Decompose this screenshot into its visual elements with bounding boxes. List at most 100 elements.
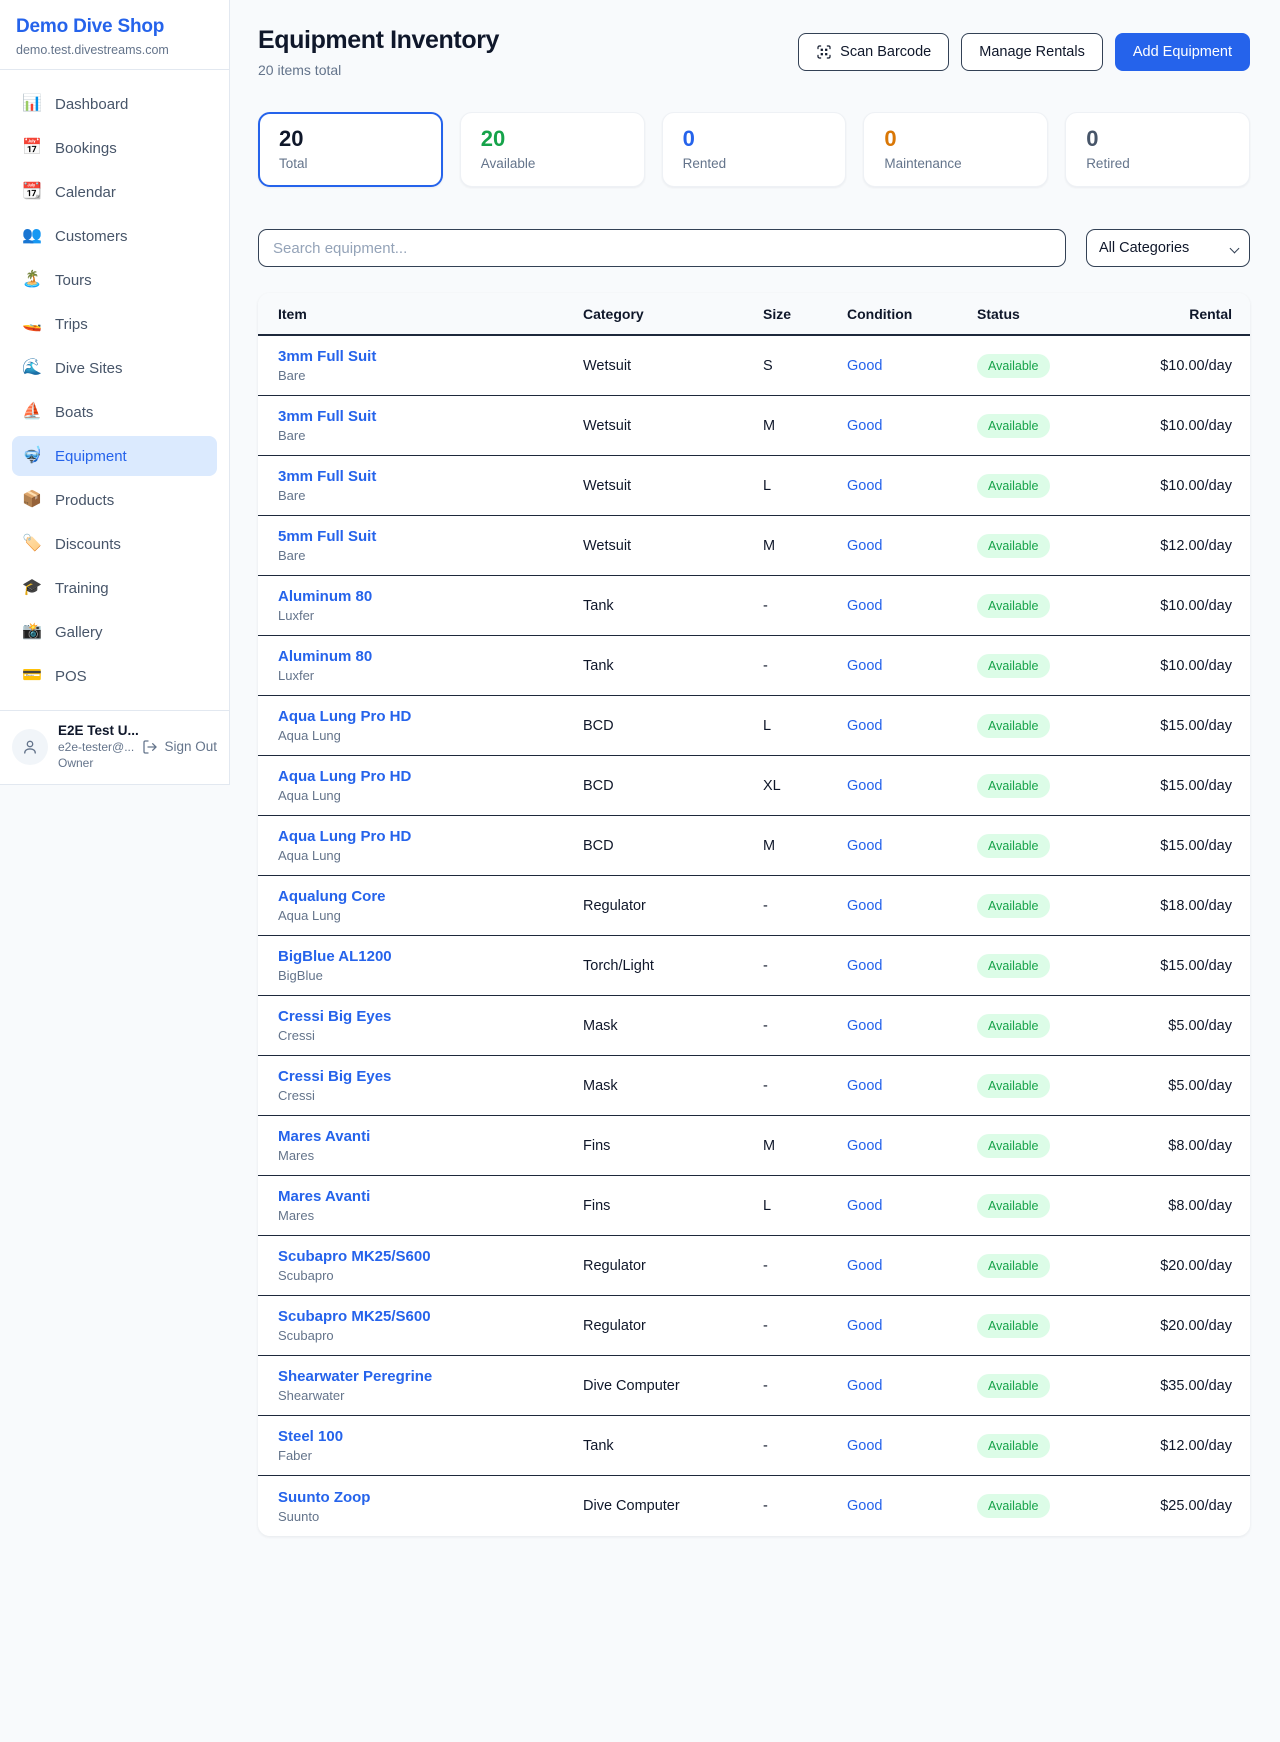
table-row[interactable]: BigBlue AL1200 BigBlue Torch/Light - Goo… — [258, 936, 1250, 996]
sidebar-item-pos[interactable]: 💳 POS — [12, 656, 217, 696]
item-name-link[interactable]: Cressi Big Eyes — [278, 1068, 583, 1085]
item-cell: Scubapro MK25/S600 Scubapro — [278, 1308, 583, 1343]
item-name-link[interactable]: Mares Avanti — [278, 1188, 583, 1205]
condition-link[interactable]: Good — [847, 1498, 977, 1514]
table-row[interactable]: Aqua Lung Pro HD Aqua Lung BCD L Good Av… — [258, 696, 1250, 756]
add-equipment-button[interactable]: Add Equipment — [1115, 33, 1250, 71]
condition-link[interactable]: Good — [847, 1378, 977, 1394]
table-row[interactable]: Shearwater Peregrine Shearwater Dive Com… — [258, 1356, 1250, 1416]
table-row[interactable]: 3mm Full Suit Bare Wetsuit M Good Availa… — [258, 396, 1250, 456]
table-row[interactable]: Suunto Zoop Suunto Dive Computer - Good … — [258, 1476, 1250, 1536]
table-row[interactable]: Aqua Lung Pro HD Aqua Lung BCD XL Good A… — [258, 756, 1250, 816]
table-row[interactable]: Steel 100 Faber Tank - Good Available $1… — [258, 1416, 1250, 1476]
sidebar-item-trips[interactable]: 🚤 Trips — [12, 304, 217, 344]
stat-card-available[interactable]: 20 Available — [460, 112, 645, 187]
item-name-link[interactable]: Aqua Lung Pro HD — [278, 768, 583, 785]
item-name-link[interactable]: Scubapro MK25/S600 — [278, 1308, 583, 1325]
condition-link[interactable]: Good — [847, 1198, 977, 1214]
condition-link[interactable]: Good — [847, 898, 977, 914]
item-cell: Suunto Zoop Suunto — [278, 1489, 583, 1524]
search-input[interactable] — [258, 229, 1066, 267]
condition-link[interactable]: Good — [847, 418, 977, 434]
stat-card-rented[interactable]: 0 Rented — [662, 112, 847, 187]
stat-cards: 20 Total 20 Available 0 Rented 0 Mainten… — [258, 112, 1250, 187]
status-badge: Available — [977, 1314, 1050, 1338]
condition-link[interactable]: Good — [847, 358, 977, 374]
item-name-link[interactable]: Steel 100 — [278, 1428, 583, 1445]
condition-link[interactable]: Good — [847, 1078, 977, 1094]
stat-value: 20 — [279, 126, 422, 152]
sidebar-item-discounts[interactable]: 🏷️ Discounts — [12, 524, 217, 564]
brand-title[interactable]: Demo Dive Shop — [16, 16, 213, 38]
table-row[interactable]: Scubapro MK25/S600 Scubapro Regulator - … — [258, 1236, 1250, 1296]
table-row[interactable]: Cressi Big Eyes Cressi Mask - Good Avail… — [258, 996, 1250, 1056]
item-name-link[interactable]: 5mm Full Suit — [278, 528, 583, 545]
item-name-link[interactable]: Aqua Lung Pro HD — [278, 828, 583, 845]
stat-card-retired[interactable]: 0 Retired — [1065, 112, 1250, 187]
table-row[interactable]: 5mm Full Suit Bare Wetsuit M Good Availa… — [258, 516, 1250, 576]
condition-link[interactable]: Good — [847, 1138, 977, 1154]
item-name-link[interactable]: Cressi Big Eyes — [278, 1008, 583, 1025]
item-name-link[interactable]: 3mm Full Suit — [278, 468, 583, 485]
item-name-link[interactable]: 3mm Full Suit — [278, 348, 583, 365]
item-name-link[interactable]: Mares Avanti — [278, 1128, 583, 1145]
table-row[interactable]: Aqualung Core Aqua Lung Regulator - Good… — [258, 876, 1250, 936]
table-row[interactable]: Scubapro MK25/S600 Scubapro Regulator - … — [258, 1296, 1250, 1356]
item-name-link[interactable]: Aqua Lung Pro HD — [278, 708, 583, 725]
status-cell: Available — [977, 1014, 1137, 1038]
table-row[interactable]: Mares Avanti Mares Fins M Good Available… — [258, 1116, 1250, 1176]
sidebar-item-calendar[interactable]: 📆 Calendar — [12, 172, 217, 212]
sidebar-item-boats[interactable]: ⛵ Boats — [12, 392, 217, 432]
condition-link[interactable]: Good — [847, 958, 977, 974]
item-name-link[interactable]: Aqualung Core — [278, 888, 583, 905]
table-body: 3mm Full Suit Bare Wetsuit S Good Availa… — [258, 336, 1250, 1536]
condition-link[interactable]: Good — [847, 838, 977, 854]
condition-link[interactable]: Good — [847, 598, 977, 614]
category-select[interactable]: All Categories — [1086, 229, 1250, 267]
condition-link[interactable]: Good — [847, 1438, 977, 1454]
item-name-link[interactable]: BigBlue AL1200 — [278, 948, 583, 965]
table-row[interactable]: Aqua Lung Pro HD Aqua Lung BCD M Good Av… — [258, 816, 1250, 876]
sidebar-item-equipment[interactable]: 🤿 Equipment — [12, 436, 217, 476]
sidebar-item-dashboard[interactable]: 📊 Dashboard — [12, 84, 217, 124]
condition-link[interactable]: Good — [847, 1018, 977, 1034]
condition-link[interactable]: Good — [847, 778, 977, 794]
item-name-link[interactable]: Aluminum 80 — [278, 648, 583, 665]
sign-out-button[interactable]: Sign Out — [142, 739, 217, 755]
sidebar-item-gallery[interactable]: 📸 Gallery — [12, 612, 217, 652]
nav-icon: 🚤 — [22, 316, 42, 332]
stat-card-total[interactable]: 20 Total — [258, 112, 443, 187]
item-name-link[interactable]: 3mm Full Suit — [278, 408, 583, 425]
item-name-link[interactable]: Suunto Zoop — [278, 1489, 583, 1506]
table-row[interactable]: Aluminum 80 Luxfer Tank - Good Available… — [258, 576, 1250, 636]
status-badge: Available — [977, 834, 1050, 858]
stat-card-maintenance[interactable]: 0 Maintenance — [863, 112, 1048, 187]
table-row[interactable]: Mares Avanti Mares Fins L Good Available… — [258, 1176, 1250, 1236]
item-name-link[interactable]: Shearwater Peregrine — [278, 1368, 583, 1385]
condition-link[interactable]: Good — [847, 538, 977, 554]
sidebar-item-customers[interactable]: 👥 Customers — [12, 216, 217, 256]
condition-link[interactable]: Good — [847, 658, 977, 674]
manage-rentals-button[interactable]: Manage Rentals — [961, 33, 1103, 71]
table-row[interactable]: 3mm Full Suit Bare Wetsuit S Good Availa… — [258, 336, 1250, 396]
condition-link[interactable]: Good — [847, 718, 977, 734]
sidebar-item-bookings[interactable]: 📅 Bookings — [12, 128, 217, 168]
item-name-link[interactable]: Aluminum 80 — [278, 588, 583, 605]
sidebar-item-products[interactable]: 📦 Products — [12, 480, 217, 520]
sidebar-item-training[interactable]: 🎓 Training — [12, 568, 217, 608]
condition-link[interactable]: Good — [847, 1318, 977, 1334]
item-cell: Aqua Lung Pro HD Aqua Lung — [278, 828, 583, 863]
item-name-link[interactable]: Scubapro MK25/S600 — [278, 1248, 583, 1265]
table-row[interactable]: Cressi Big Eyes Cressi Mask - Good Avail… — [258, 1056, 1250, 1116]
avatar — [12, 729, 48, 765]
column-header-status: Status — [977, 306, 1137, 322]
sidebar-item-dive-sites[interactable]: 🌊 Dive Sites — [12, 348, 217, 388]
table-row[interactable]: 3mm Full Suit Bare Wetsuit L Good Availa… — [258, 456, 1250, 516]
condition-link[interactable]: Good — [847, 478, 977, 494]
condition-link[interactable]: Good — [847, 1258, 977, 1274]
scan-barcode-button[interactable]: Scan Barcode — [798, 33, 949, 71]
table-row[interactable]: Aluminum 80 Luxfer Tank - Good Available… — [258, 636, 1250, 696]
item-brand: Mares — [278, 1208, 583, 1223]
sidebar-item-tours[interactable]: 🏝️ Tours — [12, 260, 217, 300]
page-header: Equipment Inventory 20 items total Scan … — [258, 26, 1250, 78]
